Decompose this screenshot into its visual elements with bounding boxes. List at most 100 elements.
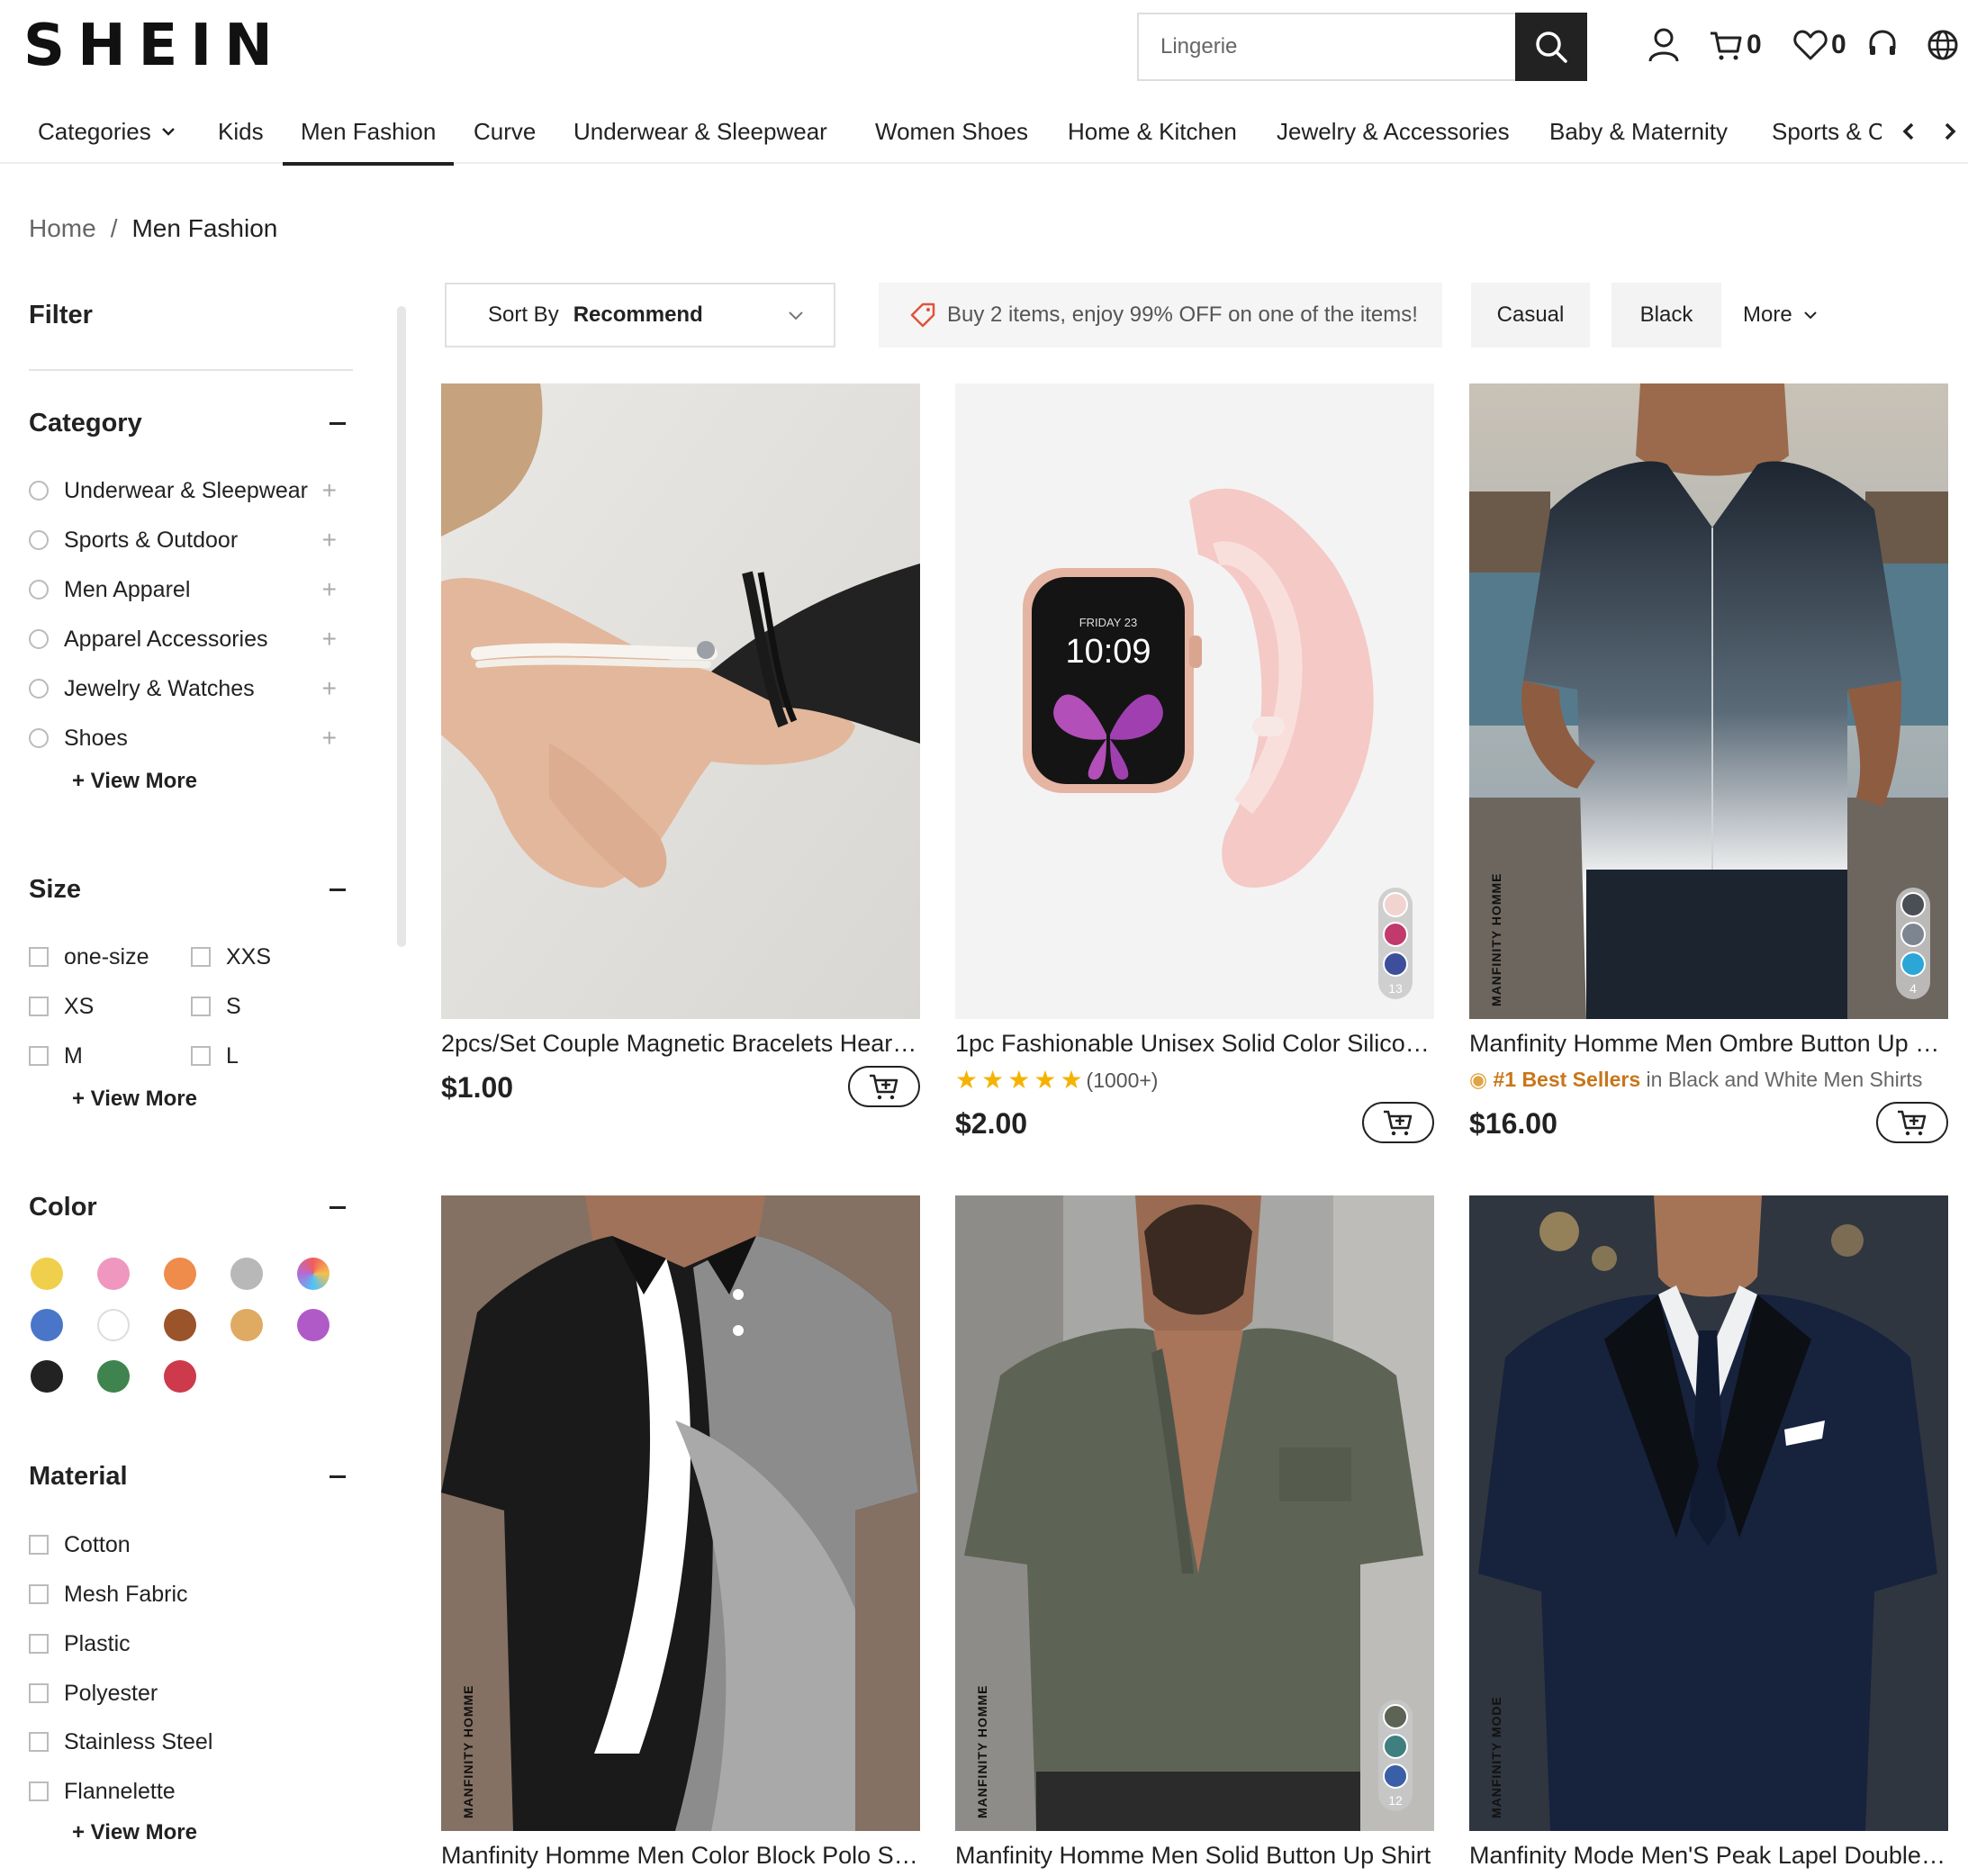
radio-button[interactable] [29, 580, 49, 600]
product-image[interactable]: FRIDAY 23 10:09 13 [955, 383, 1434, 1019]
size-option[interactable]: XXS [191, 941, 271, 973]
more-filters-button[interactable]: More [1743, 283, 1819, 347]
add-to-cart-button[interactable] [848, 1066, 920, 1107]
material-option[interactable]: Mesh Fabric [29, 1578, 188, 1610]
checkbox[interactable] [29, 1781, 49, 1801]
size-option[interactable]: XS [29, 990, 94, 1023]
color-swatch[interactable] [230, 1258, 263, 1290]
nav-categories[interactable]: Categories [38, 99, 178, 164]
material-option[interactable]: Flannelette [29, 1775, 176, 1808]
color-swatch[interactable] [97, 1309, 130, 1341]
category-view-more[interactable]: + View More [72, 769, 197, 794]
nav-kids[interactable]: Kids [218, 99, 264, 164]
checkbox[interactable] [191, 947, 211, 967]
variant-dot[interactable] [1383, 1763, 1408, 1789]
checkbox[interactable] [29, 1732, 49, 1752]
nav-men-fashion[interactable]: Men Fashion [282, 99, 455, 166]
radio-button[interactable] [29, 629, 49, 649]
variant-dot[interactable] [1383, 892, 1408, 917]
expand-plus-icon[interactable]: + [322, 724, 337, 753]
product-image[interactable]: MANFINITY HOMME 12 [955, 1195, 1434, 1831]
add-to-cart-button[interactable] [1362, 1102, 1434, 1143]
radio-button[interactable] [29, 481, 49, 501]
expand-plus-icon[interactable]: + [322, 625, 337, 654]
category-option[interactable]: Jewelry & Watches + [29, 672, 353, 705]
product-image[interactable] [441, 383, 920, 1019]
checkbox[interactable] [29, 1046, 49, 1066]
cart-button[interactable]: 0 [1709, 22, 1762, 68]
product-title[interactable]: Manfinity Homme Men Ombre Button Up Shir… [1469, 1030, 1948, 1058]
search-button[interactable] [1515, 13, 1587, 81]
product-title[interactable]: 2pcs/Set Couple Magnetic Bracelets Heart… [441, 1030, 920, 1058]
radio-button[interactable] [29, 679, 49, 699]
add-to-cart-button[interactable] [1876, 1102, 1948, 1143]
color-variant-pill[interactable]: 12 [1378, 1700, 1413, 1811]
checkbox[interactable] [29, 1634, 49, 1654]
color-variant-pill[interactable]: 13 [1378, 888, 1413, 999]
collapse-color-button[interactable] [330, 1206, 346, 1209]
nav-women-shoes[interactable]: Women Shoes [875, 99, 1028, 164]
checkbox[interactable] [29, 1683, 49, 1703]
nav-baby-maternity[interactable]: Baby & Maternity [1549, 99, 1728, 164]
product-title[interactable]: 1pc Fashionable Unisex Solid Color Silic… [955, 1030, 1434, 1058]
best-seller-line[interactable]: ◉ #1 Best Sellers in Black and White Men… [1469, 1068, 1948, 1092]
color-swatch[interactable] [31, 1258, 63, 1290]
support-button[interactable] [1867, 22, 1898, 68]
material-option[interactable]: Plastic [29, 1628, 131, 1660]
collapse-category-button[interactable] [330, 422, 346, 425]
color-swatch[interactable] [164, 1258, 196, 1290]
search-input[interactable]: Lingerie [1137, 13, 1515, 81]
color-swatch[interactable] [31, 1360, 63, 1393]
expand-plus-icon[interactable]: + [322, 674, 337, 703]
material-view-more[interactable]: + View More [72, 1820, 197, 1845]
expand-plus-icon[interactable]: + [322, 526, 337, 555]
nav-jewelry-accessories[interactable]: Jewelry & Accessories [1277, 99, 1510, 164]
size-option[interactable]: one-size [29, 941, 149, 973]
material-option[interactable]: Cotton [29, 1529, 131, 1561]
checkbox[interactable] [191, 1046, 211, 1066]
product-title[interactable]: Manfinity Mode Men'S Peak Lapel Double B… [1469, 1842, 1948, 1870]
size-view-more[interactable]: + View More [72, 1087, 197, 1112]
size-option[interactable]: L [191, 1040, 239, 1072]
sort-dropdown[interactable]: Sort By Recommend [445, 283, 835, 347]
nav-curve[interactable]: Curve [474, 99, 536, 164]
filter-chip-black[interactable]: Black [1611, 283, 1721, 347]
product-image[interactable]: MANFINITY HOMME [441, 1195, 920, 1831]
variant-dot[interactable] [1383, 952, 1408, 977]
color-swatch[interactable] [297, 1309, 330, 1341]
expand-plus-icon[interactable]: + [322, 476, 337, 505]
variant-dot[interactable] [1383, 1734, 1408, 1759]
product-title[interactable]: Manfinity Homme Men Color Block Polo Shi… [441, 1842, 920, 1870]
nav-prev-button[interactable] [1891, 110, 1927, 153]
color-swatch[interactable] [164, 1360, 196, 1393]
radio-button[interactable] [29, 530, 49, 550]
promo-banner[interactable]: Buy 2 items, enjoy 99% OFF on one of the… [879, 283, 1442, 347]
material-option[interactable]: Stainless Steel [29, 1726, 212, 1758]
category-option[interactable]: Underwear & Sleepwear + [29, 474, 353, 507]
shein-logo[interactable]: SHEIN [23, 13, 285, 79]
category-option[interactable]: Men Apparel + [29, 573, 353, 606]
category-option[interactable]: Apparel Accessories + [29, 623, 353, 655]
color-swatch[interactable] [164, 1309, 196, 1341]
wishlist-button[interactable]: 0 [1793, 22, 1846, 68]
checkbox[interactable] [29, 1584, 49, 1604]
category-option[interactable]: Shoes + [29, 722, 353, 754]
language-button[interactable] [1927, 22, 1959, 68]
variant-dot[interactable] [1900, 952, 1926, 977]
color-swatch[interactable] [230, 1309, 263, 1341]
checkbox[interactable] [191, 997, 211, 1016]
nav-underwear-sleepwear[interactable]: Underwear & Sleepwear [573, 99, 827, 164]
category-option[interactable]: Sports & Outdoor + [29, 524, 353, 556]
variant-dot[interactable] [1383, 1704, 1408, 1729]
checkbox[interactable] [29, 947, 49, 967]
variant-dot[interactable] [1900, 892, 1926, 917]
product-title[interactable]: Manfinity Homme Men Solid Button Up Shir… [955, 1842, 1434, 1870]
variant-dot[interactable] [1383, 922, 1408, 947]
nav-next-button[interactable] [1932, 110, 1968, 153]
collapse-size-button[interactable] [330, 888, 346, 891]
breadcrumb-home[interactable]: Home [29, 214, 96, 243]
expand-plus-icon[interactable]: + [322, 575, 337, 604]
product-image[interactable]: MANFINITY HOMME 4 [1469, 383, 1948, 1019]
color-variant-pill[interactable]: 4 [1896, 888, 1930, 999]
sidebar-scrollbar[interactable] [397, 306, 406, 947]
